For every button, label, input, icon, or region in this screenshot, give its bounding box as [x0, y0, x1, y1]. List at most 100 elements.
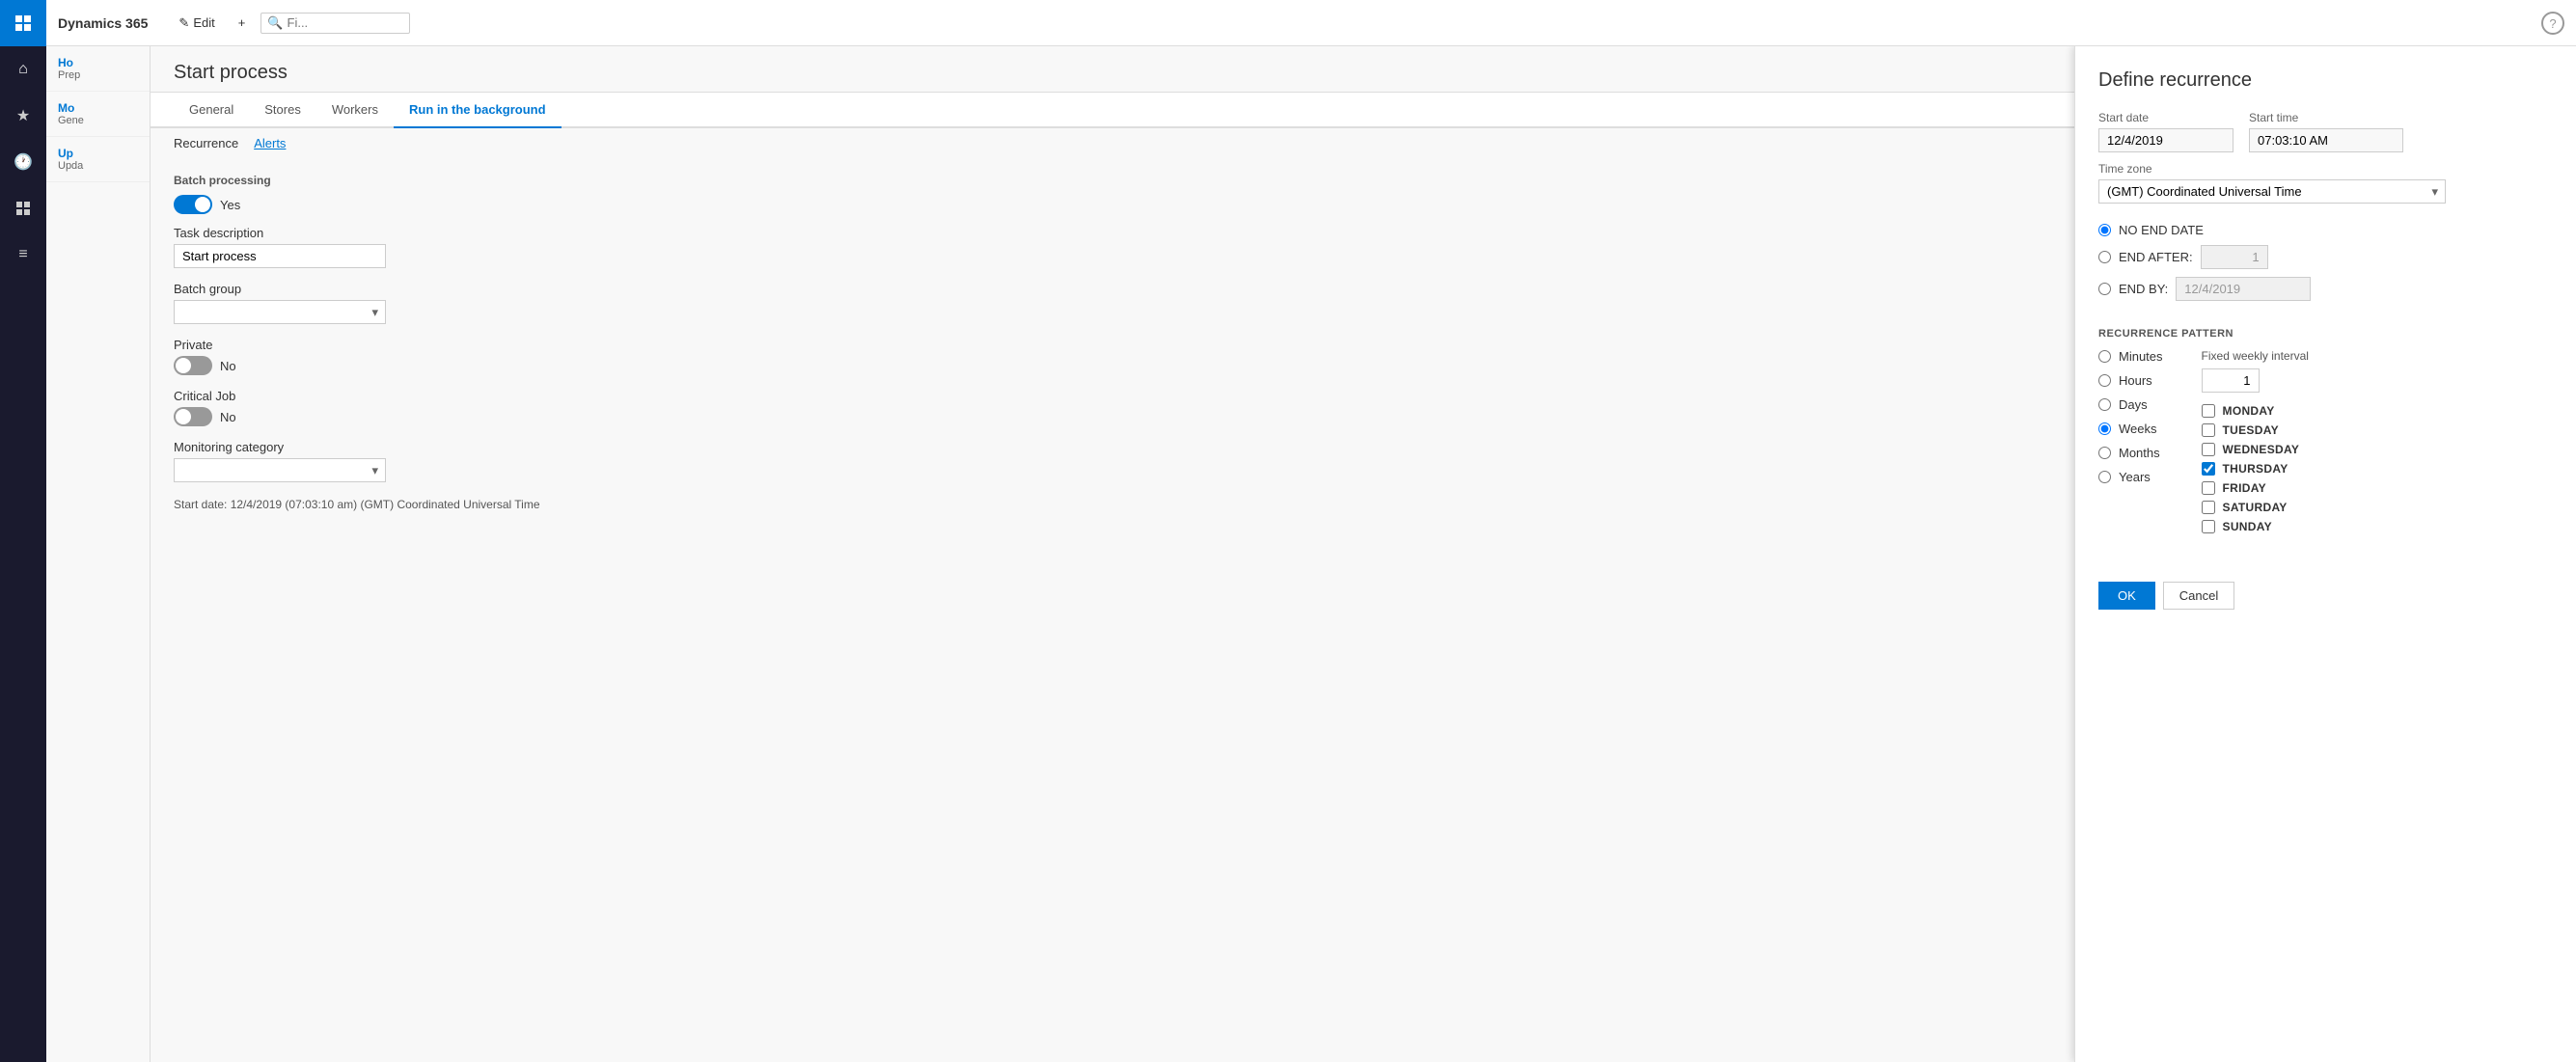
edit-icon: ✎ — [178, 15, 189, 31]
monitoring-category-select[interactable] — [174, 458, 386, 482]
batch-processing-toggle-container: Yes — [174, 195, 240, 214]
nav-list-icon[interactable]: ≡ — [0, 231, 46, 278]
thursday-checkbox-row: THURSDAY — [2202, 462, 2309, 476]
sub-tab-recurrence[interactable]: Recurrence — [174, 136, 238, 150]
minutes-option: Minutes — [2098, 349, 2163, 364]
timezone-section: Time zone (GMT) Coordinated Universal Ti… — [2098, 162, 2553, 204]
fixed-interval-input[interactable] — [2202, 368, 2260, 393]
fixed-interval-label: Fixed weekly interval — [2202, 349, 2309, 363]
search-box: 🔍 — [260, 13, 409, 34]
start-date-input[interactable] — [2098, 128, 2233, 152]
end-by-label: END BY: — [2119, 282, 2168, 296]
sunday-checkbox[interactable] — [2202, 520, 2215, 533]
brand-label: Dynamics 365 — [58, 15, 148, 31]
tab-run-in-background[interactable]: Run in the background — [394, 93, 562, 128]
tab-general[interactable]: General — [174, 93, 249, 128]
tab-workers[interactable]: Workers — [316, 93, 394, 128]
batch-group-select[interactable] — [174, 300, 386, 324]
months-label: Months — [2119, 446, 2160, 460]
days-option: Days — [2098, 397, 2163, 412]
friday-label: FRIDAY — [2223, 481, 2266, 495]
weeks-label: Weeks — [2119, 422, 2157, 436]
hours-option: Hours — [2098, 373, 2163, 388]
task-description-input[interactable] — [174, 244, 386, 268]
end-after-input[interactable] — [2201, 245, 2268, 269]
pattern-left: Minutes Hours Days — [2098, 349, 2163, 539]
years-label: Years — [2119, 470, 2151, 484]
batch-processing-toggle[interactable] — [174, 195, 212, 214]
batch-group-wrapper — [174, 300, 386, 324]
monday-checkbox[interactable] — [2202, 404, 2215, 418]
private-toggle-label: No — [220, 359, 236, 373]
end-options-section: NO END DATE END AFTER: END BY: — [2098, 223, 2553, 309]
app-launcher-icon[interactable] — [0, 0, 46, 46]
friday-checkbox-row: FRIDAY — [2202, 481, 2309, 495]
start-time-label: Start time — [2249, 111, 2403, 124]
list-item[interactable]: Up Upda — [46, 137, 150, 182]
records-panel: Ho Prep Mo Gene Up Upda — [46, 46, 151, 1062]
help-icon[interactable]: ? — [2541, 12, 2564, 35]
end-by-radio[interactable] — [2098, 283, 2111, 295]
list-item[interactable]: Mo Gene — [46, 92, 150, 137]
tuesday-checkbox[interactable] — [2202, 423, 2215, 437]
no-end-date-radio[interactable] — [2098, 224, 2111, 236]
ok-button[interactable]: OK — [2098, 582, 2155, 610]
days-radio[interactable] — [2098, 398, 2111, 411]
minutes-radio[interactable] — [2098, 350, 2111, 363]
recurrence-pattern-section: RECURRENCE PATTERN Minutes Hours — [2098, 328, 2553, 539]
tab-stores[interactable]: Stores — [249, 93, 316, 128]
sub-tab-alerts[interactable]: Alerts — [254, 136, 286, 150]
monday-checkbox-row: MONDAY — [2202, 404, 2309, 418]
critical-job-toggle-label: No — [220, 410, 236, 424]
list-item[interactable]: Ho Prep — [46, 46, 150, 92]
nav-home-icon[interactable]: ⌂ — [0, 46, 46, 93]
weeks-radio[interactable] — [2098, 422, 2111, 435]
years-radio[interactable] — [2098, 471, 2111, 483]
end-by-input[interactable] — [2176, 277, 2311, 301]
monitoring-category-wrapper — [174, 458, 386, 482]
monday-label: MONDAY — [2223, 404, 2275, 418]
nav-favorites-icon[interactable]: ★ — [0, 93, 46, 139]
no-end-date-option: NO END DATE — [2098, 223, 2553, 237]
sunday-label: SUNDAY — [2223, 520, 2272, 533]
months-option: Months — [2098, 446, 2163, 460]
start-time-input[interactable] — [2249, 128, 2403, 152]
nav-bar: ⌂ ★ 🕐 ≡ — [0, 0, 46, 1062]
button-row: OK Cancel — [2098, 582, 2553, 610]
critical-job-toggle[interactable] — [174, 407, 212, 426]
tuesday-label: TUESDAY — [2223, 423, 2279, 437]
main-area: Dynamics 365 ✎ Edit + 🔍 Ho Prep Mo Gene … — [46, 0, 2576, 1062]
timezone-wrapper: (GMT) Coordinated Universal Time — [2098, 179, 2446, 204]
search-input[interactable] — [288, 15, 403, 30]
timezone-select[interactable]: (GMT) Coordinated Universal Time — [2098, 179, 2446, 204]
new-button[interactable]: + — [231, 12, 254, 34]
edit-button[interactable]: ✎ Edit — [171, 12, 222, 35]
timezone-label: Time zone — [2098, 162, 2553, 176]
friday-checkbox[interactable] — [2202, 481, 2215, 495]
nav-modules-icon[interactable] — [0, 185, 46, 231]
saturday-checkbox-row: SATURDAY — [2202, 501, 2309, 514]
search-icon: 🔍 — [267, 15, 283, 31]
nav-recent-icon[interactable]: 🕐 — [0, 139, 46, 185]
recurrence-title: Define recurrence — [2098, 69, 2553, 92]
pattern-right: Fixed weekly interval MONDAY TUESDAY — [2202, 349, 2309, 539]
end-after-radio[interactable] — [2098, 251, 2111, 263]
end-after-label: END AFTER: — [2119, 250, 2193, 264]
wednesday-checkbox[interactable] — [2202, 443, 2215, 456]
private-toggle[interactable] — [174, 356, 212, 375]
hours-radio[interactable] — [2098, 374, 2111, 387]
page-content: Ho Prep Mo Gene Up Upda Start process Ge… — [46, 46, 2576, 1062]
hours-label: Hours — [2119, 373, 2152, 388]
wednesday-checkbox-row: WEDNESDAY — [2202, 443, 2309, 456]
saturday-checkbox[interactable] — [2202, 501, 2215, 514]
no-end-date-label: NO END DATE — [2119, 223, 2204, 237]
thursday-label: THURSDAY — [2223, 462, 2288, 476]
months-radio[interactable] — [2098, 447, 2111, 459]
cancel-button[interactable]: Cancel — [2163, 582, 2234, 610]
years-option: Years — [2098, 470, 2163, 484]
thursday-checkbox[interactable] — [2202, 462, 2215, 476]
start-date-group: Start date — [2098, 111, 2233, 152]
weeks-option: Weeks — [2098, 422, 2163, 436]
batch-processing-toggle-label: Yes — [220, 198, 240, 212]
tuesday-checkbox-row: TUESDAY — [2202, 423, 2309, 437]
